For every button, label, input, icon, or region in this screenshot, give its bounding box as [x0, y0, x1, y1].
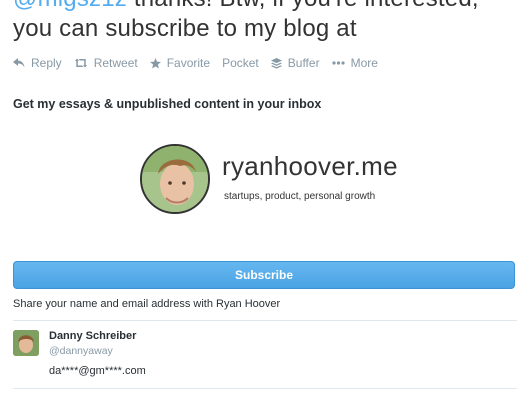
tweet-actions: Reply Retweet Favorite Pocket Buffer Mor…	[13, 55, 390, 71]
subscribe-button[interactable]: Subscribe	[13, 261, 515, 289]
retweet-icon	[74, 58, 87, 68]
card-heading: Get my essays & unpublished content in y…	[13, 97, 322, 111]
pocket-action[interactable]: Pocket	[222, 56, 259, 70]
user-info: Danny Schreiber @dannyaway	[49, 330, 136, 357]
mention-link[interactable]: @migsz1z	[13, 0, 127, 12]
tweet-line-2: you can subscribe to my blog at	[13, 15, 357, 42]
divider-bottom	[13, 388, 517, 389]
buffer-action[interactable]: Buffer	[270, 56, 320, 70]
tweet-line-1-text: thanks! Btw, if you're interested,	[127, 0, 479, 12]
user-avatar-photo	[13, 330, 39, 356]
more-action[interactable]: More	[331, 56, 378, 70]
retweet-action[interactable]: Retweet	[74, 56, 138, 70]
divider-top	[13, 320, 517, 321]
reply-label: Reply	[31, 56, 62, 70]
buffer-icon	[270, 57, 282, 69]
more-icon	[331, 61, 345, 65]
more-label: More	[350, 56, 378, 70]
avatar-small	[13, 330, 39, 356]
tweet-text: @migsz1z thanks! Btw, if you're interest…	[13, 0, 531, 44]
star-icon	[149, 57, 161, 69]
reply-action[interactable]: Reply	[13, 56, 62, 70]
avatar-large	[140, 144, 210, 214]
tweet-line-1: @migsz1z thanks! Btw, if you're interest…	[13, 0, 531, 14]
favorite-label: Favorite	[166, 56, 211, 70]
retweet-label: Retweet	[93, 56, 138, 70]
reply-icon	[13, 58, 25, 68]
user-row: Danny Schreiber @dannyaway	[13, 330, 136, 357]
pocket-label: Pocket	[222, 56, 259, 70]
share-note: Share your name and email address with R…	[13, 298, 281, 310]
site-name[interactable]: ryanhoover.me	[222, 151, 398, 182]
user-name: Danny Schreiber	[49, 330, 137, 342]
profile-block: ryanhoover.me startups, product, persona…	[140, 144, 398, 214]
avatar-photo	[142, 146, 208, 212]
user-handle: @dannyaway	[49, 345, 113, 357]
site-tagline: startups, product, personal growth	[224, 191, 376, 202]
user-email: da****@gm****.com	[49, 365, 146, 377]
favorite-action[interactable]: Favorite	[149, 56, 211, 70]
profile-text: ryanhoover.me startups, product, persona…	[222, 144, 398, 214]
buffer-label: Buffer	[287, 56, 320, 70]
